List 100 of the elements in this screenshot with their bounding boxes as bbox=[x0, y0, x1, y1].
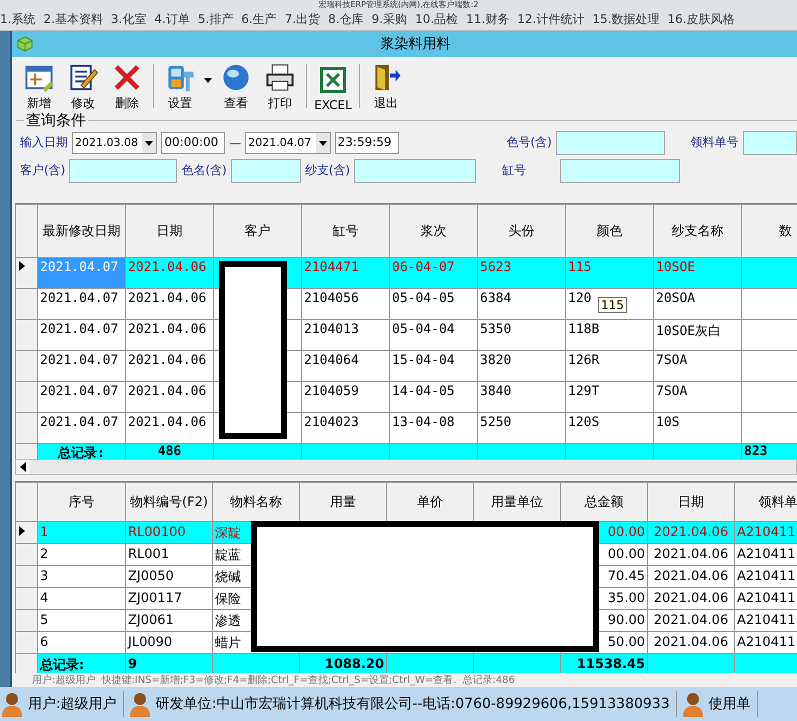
table-cell: 2021.04.07 bbox=[38, 288, 126, 320]
column-header[interactable]: 物料编号(F2) bbox=[126, 482, 212, 522]
status-text: 用户:超级用户 bbox=[32, 674, 96, 687]
field-label: 客户(含) bbox=[20, 162, 66, 180]
field-label: 色号(含) bbox=[506, 134, 552, 152]
menu-item[interactable]: 12.计件统计 bbox=[517, 11, 592, 28]
column-header[interactable]: 物料名称 bbox=[212, 482, 300, 522]
column-header[interactable]: 纱支名称 bbox=[654, 204, 742, 258]
status-text: 总记录:486 bbox=[462, 674, 515, 687]
column-header[interactable]: 日期 bbox=[126, 204, 214, 258]
new-button[interactable]: 新增 bbox=[18, 62, 60, 112]
column-header[interactable]: 客户 bbox=[214, 204, 302, 258]
taskbar-text: 使用单 bbox=[708, 695, 751, 713]
status-text: 快捷键:INS=新增;F3=修改;F4=删除;Ctrl_F=查找;Ctrl_S=设置;Ctrl_W=查看. bbox=[101, 674, 456, 687]
column-header[interactable]: 日期 bbox=[648, 482, 734, 522]
table-cell: 126R bbox=[566, 350, 654, 382]
column-header[interactable]: 缸号 bbox=[302, 204, 390, 258]
field-label: 输入日期 bbox=[20, 134, 68, 152]
printer-icon bbox=[264, 62, 296, 93]
column-header[interactable]: 头份 bbox=[478, 204, 566, 258]
input-field[interactable] bbox=[354, 158, 476, 183]
table-cell: 05-04-04 bbox=[390, 320, 478, 351]
table-cell: 2021.04.06 bbox=[648, 566, 734, 588]
menu-item[interactable]: 8.仓库 bbox=[328, 11, 372, 28]
menu-item[interactable]: 2.基本资料 bbox=[43, 11, 111, 28]
total-cell: 总记录: bbox=[38, 444, 126, 460]
cube-icon bbox=[16, 34, 34, 53]
settings-button[interactable]: 设置 bbox=[159, 62, 201, 112]
column-header[interactable]: 序号 bbox=[38, 482, 126, 522]
table-cell: 2021.04.06 bbox=[648, 610, 734, 632]
table-cell: 2021.04.06 bbox=[126, 350, 214, 382]
column-header[interactable]: 颜色 bbox=[566, 204, 654, 258]
menu-item[interactable]: 1.系统 bbox=[0, 11, 44, 28]
table-cell: 2021.04.07 bbox=[38, 382, 126, 413]
table-cell: 06-04-07 bbox=[390, 258, 478, 289]
menu-item[interactable]: 3.化室 bbox=[110, 11, 154, 28]
menu-item[interactable]: 4.订单 bbox=[154, 11, 198, 28]
column-header[interactable]: 领料单 bbox=[734, 482, 797, 522]
menu-item[interactable]: 7.出货 bbox=[284, 11, 328, 28]
table-cell: 3 bbox=[38, 566, 126, 588]
column-header[interactable]: 浆次 bbox=[390, 204, 478, 258]
table-cell: 10SOE bbox=[654, 258, 742, 289]
menu-item[interactable]: 9.采购 bbox=[372, 11, 416, 28]
table-cell: 2104059 bbox=[302, 382, 390, 413]
table-cell: 15-04-04 bbox=[390, 350, 478, 382]
total-cell: 11538.45 bbox=[560, 654, 648, 674]
row-header[interactable] bbox=[16, 522, 38, 544]
field-label: 色名(含) bbox=[181, 162, 227, 180]
total-cell: 总记录: bbox=[38, 654, 126, 674]
column-header[interactable]: 数 bbox=[742, 204, 797, 258]
table-cell: 115 bbox=[566, 258, 654, 289]
menu-item[interactable]: 5.排产 bbox=[198, 11, 242, 28]
user-icon bbox=[680, 691, 705, 717]
app-title: 宏瑞科技ERP管理系统(内网),在线客户端数:2 bbox=[318, 0, 478, 9]
table-cell: 2021.04.06 bbox=[648, 588, 734, 610]
input-field[interactable] bbox=[556, 130, 665, 155]
input-field[interactable] bbox=[560, 158, 680, 183]
menu-item[interactable]: 15.数据处理 bbox=[592, 11, 668, 28]
column-header[interactable]: 最新修改日期 bbox=[38, 204, 126, 258]
row-header[interactable] bbox=[16, 258, 38, 289]
table-cell: 2104064 bbox=[302, 350, 390, 382]
user-icon bbox=[0, 691, 24, 717]
print-button[interactable]: 打印 bbox=[259, 62, 301, 112]
table-cell: 20SOA bbox=[654, 288, 742, 320]
input-field[interactable] bbox=[69, 158, 178, 183]
exit-button[interactable]: 退出 bbox=[365, 62, 407, 112]
table-cell: 2021.04.07 bbox=[38, 320, 126, 351]
scroll-left-icon[interactable] bbox=[19, 462, 27, 472]
horizontal-scrollbar[interactable] bbox=[15, 459, 797, 476]
delete-button[interactable]: 删除 bbox=[106, 62, 148, 112]
column-header[interactable]: 用量 bbox=[300, 482, 386, 522]
table-cell: 5623 bbox=[478, 258, 566, 289]
date-picker[interactable]: 2021.04.07 bbox=[245, 132, 331, 154]
table-cell: 3820 bbox=[478, 350, 566, 382]
time-field[interactable]: 00:00:00 bbox=[161, 132, 226, 154]
window-title: 浆染料用料 bbox=[380, 34, 452, 53]
table-cell: A210411 bbox=[734, 522, 797, 544]
column-header[interactable]: 总金额 bbox=[560, 482, 648, 522]
menu-item[interactable]: 10.品检 bbox=[415, 11, 466, 28]
column-header[interactable]: 单价 bbox=[386, 482, 474, 522]
table-cell: 2021.04.06 bbox=[126, 258, 214, 289]
total-cell: 1088.20 bbox=[300, 654, 386, 674]
date-picker[interactable]: 2021.03.08 bbox=[72, 132, 158, 154]
time-field[interactable]: 23:59:59 bbox=[334, 132, 398, 154]
view-button[interactable]: 查看 bbox=[215, 62, 257, 112]
field-label: 纱支(含) bbox=[304, 162, 350, 180]
dropdown-arrow-icon[interactable] bbox=[203, 77, 213, 86]
input-field[interactable] bbox=[230, 158, 301, 183]
current-row-arrow-icon bbox=[18, 261, 26, 272]
edit-button[interactable]: 修改 bbox=[62, 62, 104, 112]
input-field[interactable] bbox=[742, 130, 797, 155]
menu-item[interactable]: 6.生产 bbox=[241, 11, 285, 28]
menu-item[interactable]: 16.皮肤风格 bbox=[667, 11, 743, 28]
field-label: 缸号 bbox=[502, 162, 526, 180]
menu-item[interactable]: 11.财务 bbox=[466, 11, 518, 28]
excel-button[interactable]: EXCEL bbox=[312, 62, 354, 112]
table-cell: 2 bbox=[38, 544, 126, 566]
table-cell: ZJ00117 bbox=[126, 588, 212, 610]
column-header[interactable]: 用量单位 bbox=[474, 482, 560, 522]
table-cell: 2021.04.07 bbox=[38, 350, 126, 382]
